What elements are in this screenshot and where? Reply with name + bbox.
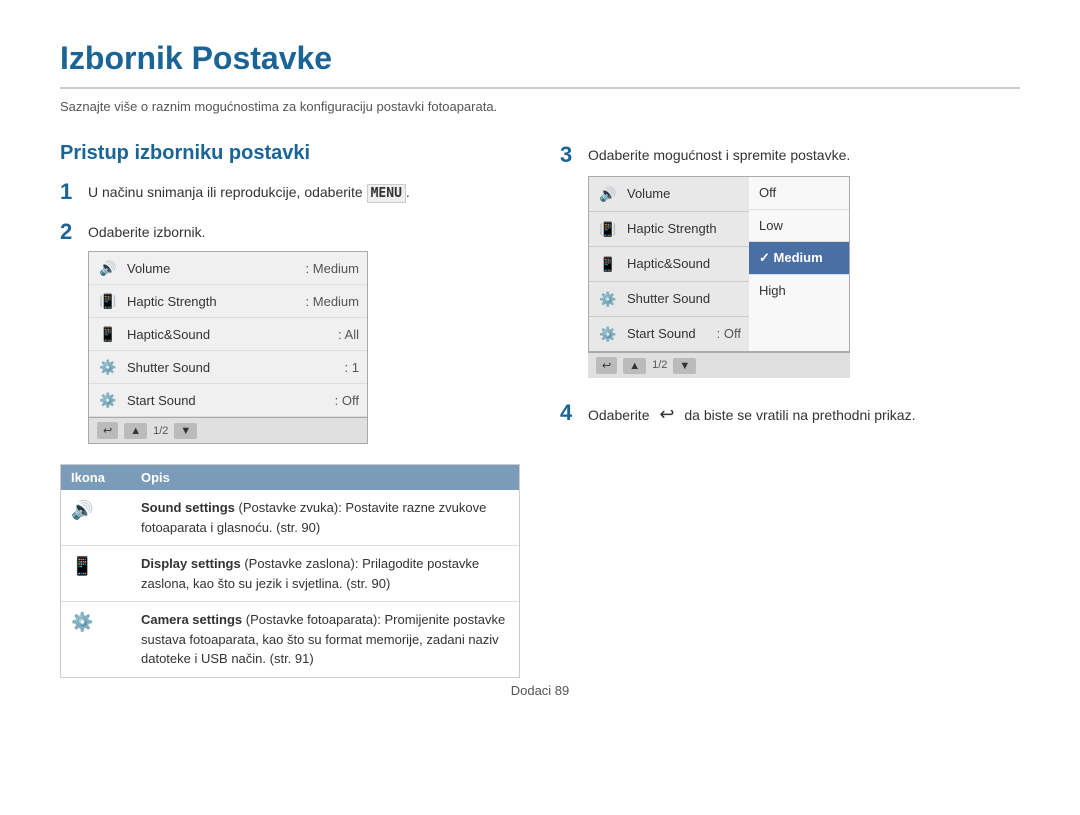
page-title: Izbornik Postavke — [60, 40, 1020, 89]
step-2-text: Odaberite izbornik. 🔊 Volume : Medium 📳 … — [88, 219, 368, 444]
left-column: Pristup izborniku postavki 1 U načinu sn… — [60, 142, 520, 678]
step-2-number: 2 — [60, 219, 80, 245]
d-shutter-sound-icon: ⚙️ — [597, 288, 619, 310]
dropdown-footer: ↩ ▲ 1/2 ▼ — [588, 352, 850, 378]
step-1: 1 U načinu snimanja ili reprodukcije, od… — [60, 179, 520, 205]
haptic-strength-value: : Medium — [306, 292, 359, 312]
d-start-sound-icon: ⚙️ — [597, 323, 619, 345]
d-row-start-sound: ⚙️ Start Sound : Off — [589, 317, 749, 351]
dropdown-back-button[interactable]: ↩ — [596, 357, 617, 374]
haptic-sound-label: Haptic&Sound — [127, 325, 338, 345]
d-row-shutter-sound: ⚙️ Shutter Sound — [589, 282, 749, 317]
sound-settings-bold: Sound settings — [141, 500, 235, 515]
th-desc: Opis — [141, 470, 509, 485]
display-settings-desc: Display settings (Postavke zaslona): Pri… — [141, 554, 509, 593]
haptic-strength-icon: 📳 — [97, 290, 119, 312]
section-title: Pristup izborniku postavki — [60, 142, 520, 165]
step-3-text: Odaberite mogućnost i spremite postavke.… — [588, 142, 850, 378]
dropdown-down-button[interactable]: ▼ — [673, 358, 696, 374]
volume-icon: 🔊 — [97, 257, 119, 279]
d-row-haptic-sound: 📱 Haptic&Sound — [589, 247, 749, 282]
step-3-label: Odaberite mogućnost i spremite postavke. — [588, 147, 850, 163]
d-start-sound-label: Start Sound — [627, 324, 717, 344]
haptic-sound-value: : All — [338, 325, 359, 345]
shutter-sound-label: Shutter Sound — [127, 358, 345, 378]
step-3-number: 3 — [560, 142, 580, 168]
start-sound-label: Start Sound — [127, 391, 335, 411]
step-2: 2 Odaberite izbornik. 🔊 Volume : Medium … — [60, 219, 520, 444]
camera-settings-bold: Camera settings — [141, 612, 242, 627]
menu-row-shutter-sound: ⚙️ Shutter Sound : 1 — [89, 351, 367, 384]
table-row-display: 📱 Display settings (Postavke zaslona): P… — [61, 546, 519, 602]
display-settings-icon: 📱 — [71, 554, 141, 577]
page-indicator: 1/2 — [153, 423, 168, 440]
haptic-strength-label: Haptic Strength — [127, 292, 306, 312]
table-body: 🔊 Sound settings (Postavke zvuka): Posta… — [61, 490, 519, 677]
start-sound-value: : Off — [335, 391, 359, 411]
display-settings-bold: Display settings — [141, 556, 241, 571]
option-medium[interactable]: Medium — [749, 242, 849, 275]
menu-row-haptic-sound: 📱 Haptic&Sound : All — [89, 318, 367, 351]
step-4-text: Odaberite ↩ da biste se vratili na preth… — [588, 398, 915, 428]
table-row-camera: ⚙️ Camera settings (Postavke fotoaparata… — [61, 602, 519, 677]
start-sound-icon: ⚙️ — [97, 389, 119, 411]
dropdown-container: 🔊 Volume 📳 Haptic Strength 📱 — [588, 176, 850, 378]
dropdown-menu-box: 🔊 Volume 📳 Haptic Strength 📱 — [588, 176, 850, 352]
table-header: Ikona Opis — [61, 465, 519, 490]
step-4-text-after: da biste se vratili na prethodni prikaz. — [680, 407, 915, 423]
menu-row-start-sound: ⚙️ Start Sound : Off — [89, 384, 367, 417]
sound-settings-icon: 🔊 — [71, 498, 141, 521]
menu-symbol: MENU — [367, 184, 406, 203]
step-1-text: U načinu snimanja ili reprodukcije, odab… — [88, 179, 410, 204]
d-volume-label: Volume — [627, 184, 741, 204]
menu-row-haptic-strength: 📳 Haptic Strength : Medium — [89, 285, 367, 318]
shutter-sound-value: : 1 — [345, 358, 359, 378]
step-1-number: 1 — [60, 179, 80, 205]
step-4-text-before: Odaberite — [588, 407, 653, 423]
icon-table: Ikona Opis 🔊 Sound settings (Postavke zv… — [60, 464, 520, 678]
option-high[interactable]: High — [749, 275, 849, 307]
dropdown-page-indicator: 1/2 — [652, 357, 667, 374]
dropdown-up-button[interactable]: ▲ — [623, 358, 646, 374]
step-1-text-before: U načinu snimanja ili reprodukcije, odab… — [88, 184, 367, 200]
back-button[interactable]: ↩ — [97, 422, 118, 439]
sound-settings-desc: Sound settings (Postavke zvuka): Postavi… — [141, 498, 509, 537]
table-row-sound: 🔊 Sound settings (Postavke zvuka): Posta… — [61, 490, 519, 546]
volume-label: Volume — [127, 259, 306, 279]
haptic-sound-icon: 📱 — [97, 323, 119, 345]
page-subtitle: Saznajte više o raznim mogućnostima za k… — [60, 99, 1020, 114]
step-4: 4 Odaberite ↩ da biste se vratili na pre… — [560, 398, 1020, 428]
menu-box: 🔊 Volume : Medium 📳 Haptic Strength : Me… — [88, 251, 368, 444]
d-haptic-sound-icon: 📱 — [597, 253, 619, 275]
menu-row-volume: 🔊 Volume : Medium — [89, 252, 367, 285]
d-start-sound-value: : Off — [717, 324, 741, 344]
up-button[interactable]: ▲ — [124, 423, 147, 439]
camera-settings-icon: ⚙️ — [71, 610, 141, 633]
shutter-sound-icon: ⚙️ — [97, 356, 119, 378]
d-volume-icon: 🔊 — [597, 183, 619, 205]
back-nav-icon: ↩ — [659, 404, 674, 424]
right-column: 3 Odaberite mogućnost i spremite postavk… — [560, 142, 1020, 678]
option-low[interactable]: Low — [749, 210, 849, 243]
dropdown-left: 🔊 Volume 📳 Haptic Strength 📱 — [589, 177, 749, 351]
volume-value: : Medium — [306, 259, 359, 279]
camera-settings-desc: Camera settings (Postavke fotoaparata): … — [141, 610, 509, 669]
step-4-number: 4 — [560, 400, 580, 426]
step-2-label: Odaberite izbornik. — [88, 224, 206, 240]
option-off[interactable]: Off — [749, 177, 849, 210]
d-haptic-strength-icon: 📳 — [597, 218, 619, 240]
d-shutter-sound-label: Shutter Sound — [627, 289, 741, 309]
d-row-haptic-strength: 📳 Haptic Strength — [589, 212, 749, 247]
page-footer: Dodaci 89 — [0, 683, 1080, 698]
th-icon: Ikona — [71, 470, 141, 485]
menu-footer: ↩ ▲ 1/2 ▼ — [89, 417, 367, 443]
d-row-volume: 🔊 Volume — [589, 177, 749, 212]
dropdown-right: Off Low Medium High — [749, 177, 849, 351]
d-haptic-strength-label: Haptic Strength — [627, 219, 741, 239]
d-haptic-sound-label: Haptic&Sound — [627, 254, 741, 274]
step-3: 3 Odaberite mogućnost i spremite postavk… — [560, 142, 1020, 378]
step-1-text-after: . — [406, 184, 410, 200]
down-button[interactable]: ▼ — [174, 423, 197, 439]
